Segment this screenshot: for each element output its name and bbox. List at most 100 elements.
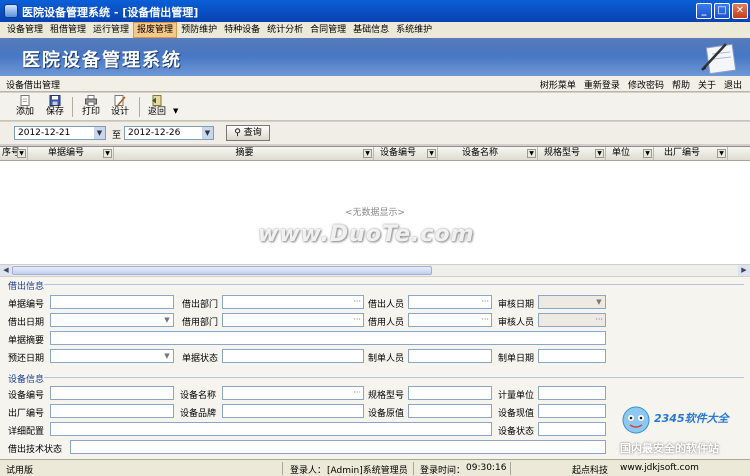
summary-field[interactable] [50,331,606,345]
audit-date-field: ▼ [538,295,606,309]
close-button[interactable]: ✕ [732,3,748,19]
logo-slogan: 国内最安全的软件站 [620,442,719,455]
col-unit[interactable]: 单位 ▼ [606,147,654,160]
menu-contract[interactable]: 合同管理 [307,23,349,37]
filter-icon[interactable]: ▼ [363,149,372,158]
calendar-dropdown-icon[interactable]: ▼ [94,127,105,139]
col-seq[interactable]: 序号 ▼ [0,147,28,160]
device-no-field[interactable] [50,386,174,400]
date-from-picker[interactable]: 2012-12-21 ▼ [14,126,106,140]
col-factory-no[interactable]: 出厂编号 ▼ [654,147,728,160]
menu-special[interactable]: 特种设备 [221,23,263,37]
menu-device[interactable]: 设备管理 [4,23,46,37]
doc-no-field[interactable] [50,295,174,309]
records-grid[interactable]: 序号 ▼ 单据编号 ▼ 摘要 ▼ 设备编号 ▼ 设备名称 ▼ 规格型号 ▼ 单位 ▼ 出厂编号… [0,146,750,276]
mascot-icon [622,406,650,434]
doc-status-field[interactable] [222,349,364,363]
query-button[interactable]: ⚲ 查询 [226,125,270,141]
col-device-name[interactable]: 设备名称 ▼ [438,147,538,160]
use-person-field[interactable]: ··· [408,313,492,327]
menu-maintenance[interactable]: 预防维护 [178,23,220,37]
unit-field[interactable] [538,386,606,400]
label-borrow-person: 借出人员 [368,300,405,310]
filter-icon[interactable]: ▼ [103,149,112,158]
orig-value-field[interactable] [408,404,492,418]
back-dropdown-icon[interactable]: ▼ [173,107,178,115]
spec-field[interactable] [408,386,492,400]
link-exit[interactable]: 退出 [724,78,742,91]
col-summary[interactable]: 摘要 ▼ [114,147,374,160]
grid-header: 序号 ▼ 单据编号 ▼ 摘要 ▼ 设备编号 ▼ 设备名称 ▼ 规格型号 ▼ 单位 ▼ 出厂编号… [0,147,750,161]
menu-scrap[interactable]: 报废管理 [133,22,178,38]
filter-icon[interactable]: ▼ [427,149,436,158]
borrow-person-field[interactable]: ··· [408,295,492,309]
device-status-field[interactable] [538,422,606,436]
borrow-date-field[interactable]: ▼ [50,313,174,327]
tech-status-field[interactable] [70,440,606,454]
filter-icon[interactable]: ▼ [17,149,26,158]
menu-basic-info[interactable]: 基础信息 [350,23,392,37]
link-relogin[interactable]: 重新登录 [584,78,620,91]
horizontal-scrollbar[interactable]: ◀ ▶ [0,264,750,276]
date-to-picker[interactable]: 2012-12-26 ▼ [124,126,214,140]
section-title-device: 设备信息 [8,375,45,385]
make-date-field[interactable] [538,349,606,363]
scroll-left-icon[interactable]: ◀ [0,265,12,276]
brand-field[interactable] [222,404,364,418]
ellipsis-icon: ··· [353,297,361,306]
toolbar-separator [72,97,73,117]
title-bar: 医院设备管理系统 - [设备借出管理] _ □ ✕ [0,0,750,22]
label-device-status: 设备状态 [498,427,535,437]
filter-icon[interactable]: ▼ [595,149,604,158]
binoculars-icon: ⚲ [234,128,241,138]
status-login-user: [Admin]系统管理员 [327,466,408,476]
borrow-dept-field[interactable]: ··· [222,295,364,309]
add-button[interactable]: 添加 [12,95,38,119]
ellipsis-icon: ··· [595,315,603,324]
link-change-password[interactable]: 修改密码 [628,78,664,91]
label-spec: 规格型号 [368,391,405,401]
save-button[interactable]: 保存 [42,95,68,119]
col-spec[interactable]: 规格型号 ▼ [538,147,606,160]
menu-system[interactable]: 系统维护 [393,23,435,37]
filter-icon[interactable]: ▼ [527,149,536,158]
link-help[interactable]: 帮助 [672,78,690,91]
label-config: 详细配置 [8,427,45,437]
filter-icon[interactable]: ▼ [717,149,726,158]
config-field[interactable] [50,422,492,436]
scroll-right-icon[interactable]: ▶ [738,265,750,276]
print-button[interactable]: 打印 [78,95,104,119]
back-button[interactable]: 返回 [144,95,170,119]
scroll-thumb[interactable] [12,266,432,275]
status-bar: 试用版 登录人： [Admin]系统管理员 登录时间： 09:30:16 起点科… [0,459,750,476]
link-tree-menu[interactable]: 树形菜单 [540,78,576,91]
back-icon [152,95,162,106]
minimize-button[interactable]: _ [696,3,712,19]
link-about[interactable]: 关于 [698,78,716,91]
floppy-disk-icon [49,95,61,106]
menu-rental[interactable]: 租借管理 [47,23,89,37]
maximize-button[interactable]: □ [714,3,730,19]
label-doc-status: 单据状态 [182,354,219,364]
col-doc-no[interactable]: 单据编号 ▼ [28,147,114,160]
app-icon [4,4,18,18]
2345-logo: 2345软件大全 国内最安全的软件站 [614,402,748,456]
design-icon [114,95,126,106]
use-dept-field[interactable]: ··· [222,313,364,327]
cur-value-field[interactable] [538,404,606,418]
printer-icon [85,95,97,106]
factory-no-field[interactable] [50,404,174,418]
col-device-no[interactable]: 设备编号 ▼ [374,147,438,160]
maker-field[interactable] [408,349,492,363]
menu-operation[interactable]: 运行管理 [90,23,132,37]
calendar-dropdown-icon[interactable]: ▼ [202,127,213,139]
label-brand: 设备品牌 [180,409,217,419]
filter-icon[interactable]: ▼ [643,149,652,158]
device-name-field[interactable]: ··· [222,386,364,400]
label-borrow-dept: 借出部门 [182,300,219,310]
design-button[interactable]: 设计 [107,95,133,119]
dropdown-icon: ▼ [164,352,170,360]
label-borrow-date: 借出日期 [8,318,45,328]
return-date-field[interactable]: ▼ [50,349,174,363]
menu-statistics[interactable]: 统计分析 [264,23,306,37]
